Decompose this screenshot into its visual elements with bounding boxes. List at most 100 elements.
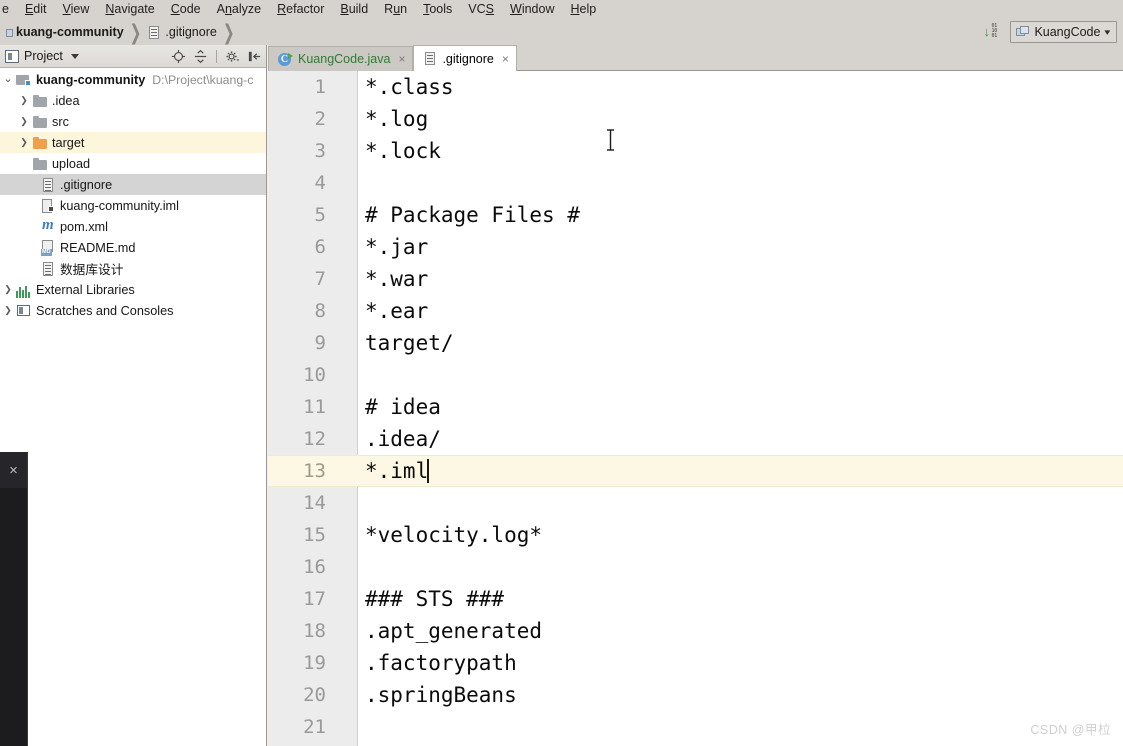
expand-arrow-icon[interactable]: ⌄ [0,74,16,85]
code-line[interactable]: 9 target/ [268,327,1123,359]
tab-gitignore[interactable]: .gitignore × [413,45,517,71]
tree-row-src[interactable]: ❯ src [0,111,266,132]
menu-item-help[interactable]: Help [563,0,605,19]
menu-item-edit[interactable]: Edit [17,0,55,19]
code-line[interactable]: 16 [268,551,1123,583]
markdown-icon [40,239,56,256]
tree-row-target[interactable]: ❯ target [0,132,266,153]
overlay-panel: × [0,452,28,746]
menu-item-run[interactable]: Run [376,0,415,19]
tree-row-idea[interactable]: ❯ .idea [0,90,266,111]
code-line[interactable]: 8 *.ear [268,295,1123,327]
download-binary-icon[interactable]: ↓ 01 10 01 [982,23,1002,40]
line-text: target/ [365,331,454,355]
code-line[interactable]: 7 *.war [268,263,1123,295]
iml-file-icon [40,198,56,214]
menu-label-help: elp [579,2,597,16]
expand-arrow-icon[interactable]: ❯ [0,306,16,315]
code-line[interactable]: 21 [268,711,1123,743]
hide-panel-icon[interactable] [247,49,262,64]
expand-arrow-icon[interactable]: ❯ [0,285,16,294]
line-text: *.iml [365,459,429,483]
tree-row-external-libraries[interactable]: ❯ External Libraries [0,279,266,300]
code-line[interactable]: 3 *.lock [268,135,1123,167]
tree-label: kuang-community.iml [60,198,179,213]
line-number: 12 [303,428,326,450]
code-line[interactable]: 15 *velocity.log* [268,519,1123,551]
expand-arrow-icon[interactable]: ❯ [16,96,32,105]
code-line[interactable]: 2 *.log [268,103,1123,135]
line-number: 5 [314,204,326,226]
tree-row-scratches-and-consoles[interactable]: ❯ Scratches and Consoles [0,300,266,321]
module-selector[interactable]: KuangCode ▾ [1010,21,1117,43]
menu-label-refactor: efactor [286,2,325,16]
expand-arrow-icon[interactable]: ❯ [16,117,32,126]
menu-item-navigate[interactable]: Navigate [97,0,162,19]
menu-item-tools[interactable]: Tools [415,0,460,19]
menu-item-refactor[interactable]: Refactor [269,0,332,19]
code-line[interactable]: 14 [268,487,1123,519]
locate-icon[interactable] [171,49,186,64]
code-editor[interactable]: 1 *.class 2 *.log 3 *.lock 4 5 # Package Fil… [268,71,1123,746]
line-number: 14 [303,492,326,514]
tree-row-database-design[interactable]: 数据库设计 [0,258,266,279]
code-lines: 1 *.class 2 *.log 3 *.lock 4 5 # Package Fil… [268,71,1123,743]
menu-label-analyze-post: alyze [231,2,262,16]
line-text: .idea/ [365,427,441,451]
tree-row-iml[interactable]: kuang-community.iml [0,195,266,216]
code-line[interactable]: 4 [268,167,1123,199]
collapse-all-icon[interactable] [193,49,208,64]
code-line-current[interactable]: 13 *.iml [268,455,1123,487]
menu-item-file[interactable]: e [0,0,17,19]
settings-gear-icon[interactable] [225,49,240,64]
tab-kuangcode-java[interactable]: C KuangCode.java × [268,46,414,71]
menu-item-code[interactable]: Code [163,0,209,19]
tree-label: 数据库设计 [60,263,124,277]
folder-icon-excluded [32,135,48,151]
module-selector-label: KuangCode [1034,25,1101,39]
line-number: 11 [303,396,326,418]
tree-label: .idea [52,93,80,108]
menu-item-analyze[interactable]: Analyze [209,0,269,19]
code-line[interactable]: 12 .idea/ [268,423,1123,455]
menu-item-window[interactable]: Window [502,0,562,19]
code-line[interactable]: 1 *.class [268,71,1123,103]
line-text: *.class [365,75,454,99]
close-icon[interactable]: × [9,463,18,478]
tree-row-gitignore[interactable]: .gitignore [0,174,266,195]
breadcrumb-file[interactable]: .gitignore [145,25,218,40]
tree-row-pom[interactable]: pom.xml [0,216,266,237]
gitignore-file-icon [423,51,437,66]
close-icon[interactable]: × [502,52,509,66]
code-line[interactable]: 6 *.jar [268,231,1123,263]
menu-label-file: e [2,2,9,16]
code-line[interactable]: 5 # Package Files # [268,199,1123,231]
line-number: 8 [314,300,326,322]
line-text: ### STS ### [365,587,505,611]
chevron-down-icon: ▾ [1104,26,1111,37]
tree-row-upload[interactable]: upload [0,153,266,174]
line-number: 1 [314,76,326,98]
toolbar-divider [216,49,217,63]
close-icon[interactable]: × [398,52,405,66]
tab-label: KuangCode.java [298,52,391,66]
tree-row-readme[interactable]: README.md [0,237,266,258]
code-line[interactable]: 11 # idea [268,391,1123,423]
tree-row-kuang-community[interactable]: ⌄ kuang-community D:\Project\kuang-c [0,69,266,90]
breadcrumb-project[interactable]: kuang-community [14,25,126,39]
code-line[interactable]: 17 ### STS ### [268,583,1123,615]
code-line[interactable]: 20 .springBeans [268,679,1123,711]
menu-item-vcs[interactable]: VCS [460,0,502,19]
code-line[interactable]: 18 .apt_generated [268,615,1123,647]
editor-area: C KuangCode.java × .gitignore × 1 *.clas… [268,45,1123,746]
menu-item-view[interactable]: View [55,0,98,19]
navbar-right-controls: ↓ 01 10 01 KuangCode ▾ [982,21,1123,43]
code-line[interactable]: 19 .factorypath [268,647,1123,679]
project-panel-title-group[interactable]: Project [5,49,79,63]
menu-label-view: iew [70,2,90,16]
menu-item-build[interactable]: Build [332,0,376,19]
code-line[interactable]: 10 [268,359,1123,391]
navigation-bar: kuang-community ❯ .gitignore ❯ ↓ 01 10 01 … [0,19,1123,45]
expand-arrow-icon[interactable]: ❯ [16,138,32,147]
chevron-down-icon[interactable] [70,53,79,59]
